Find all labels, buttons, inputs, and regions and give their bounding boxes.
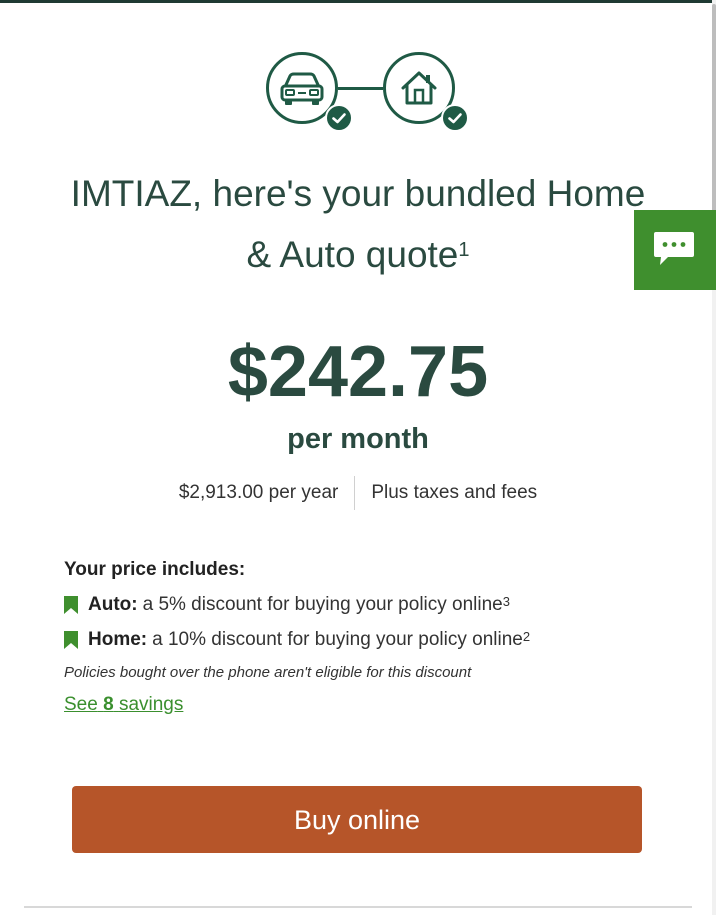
list-item: Home: a 10% discount for buying your pol… (64, 627, 684, 653)
yearly-price: $2,913.00 per year (178, 482, 339, 503)
bundle-icons (263, 48, 473, 134)
quote-title: IMTIAZ, here's your bundled Home & Auto … (20, 163, 696, 285)
scrollbar-thumb[interactable] (712, 4, 716, 229)
see-savings-link[interactable]: See 8 savings (64, 694, 183, 716)
discount-text: a 10% discount for buying your policy on… (152, 629, 523, 650)
footnote-marker: 3 (502, 593, 510, 609)
monthly-price: $242.75 (227, 332, 489, 412)
quote-title-line1: IMTIAZ, here's your bundled Home (70, 173, 646, 214)
bookmark-icon (64, 631, 78, 649)
discount-text: a 5% discount for buying your policy onl… (142, 594, 503, 615)
price-details: $2,913.00 per year Plus taxes and fees (0, 476, 716, 510)
footnote-marker: 1 (458, 239, 470, 261)
buy-online-button[interactable]: Buy online (72, 786, 642, 853)
per-month-label: per month (287, 423, 429, 455)
savings-count: 8 (103, 694, 114, 715)
discount-label: Home: (88, 629, 148, 650)
check-icon (441, 104, 469, 132)
savings-link-suffix: savings (118, 694, 184, 715)
taxes-note: Plus taxes and fees (371, 482, 538, 503)
divider (24, 906, 692, 908)
footnote-marker: 2 (522, 628, 531, 644)
list-item: Auto: a 5% discount for buying your poli… (64, 592, 684, 618)
discount-label: Auto: (88, 594, 138, 615)
price-includes-heading: Your price includes: (64, 559, 246, 580)
bookmark-icon (64, 596, 78, 614)
check-icon (325, 104, 353, 132)
quote-title-text: & Auto quote (246, 234, 459, 275)
savings-link-prefix: See (64, 694, 98, 715)
price-includes-section: Your price includes: Auto: a 5% discount… (64, 557, 684, 716)
top-border (0, 0, 716, 3)
bundle-connector (338, 87, 383, 90)
discount-disclaimer: Policies bought over the phone aren't el… (64, 664, 472, 681)
quote-title-line2: & Auto quote1 (20, 224, 696, 285)
divider (354, 476, 356, 510)
